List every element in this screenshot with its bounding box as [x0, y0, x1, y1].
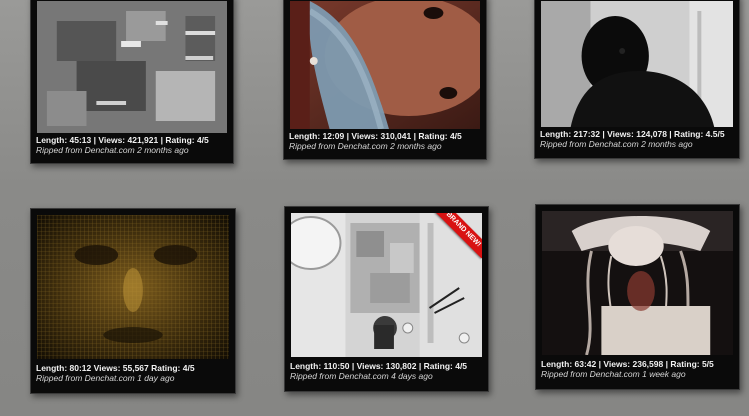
video-thumbnail[interactable]: [37, 215, 229, 359]
video-meta: Length: 80:12 Views: 55,567 Rating: 4/5 …: [36, 363, 231, 383]
video-meta: Length: 12:09 | Views: 310,041 | Rating:…: [289, 131, 482, 151]
video-meta: Length: 110:50 | Views: 130,802 | Rating…: [290, 361, 484, 381]
video-source: Ripped from Denchat.com 2 months ago: [289, 141, 442, 151]
video-card[interactable]: BRAND NEW! Length: 110:50 | Views: 130,8…: [284, 206, 489, 392]
video-stats: Length: 110:50 | Views: 130,802 | Rating…: [290, 361, 468, 371]
video-meta: Length: 63:42 | Views: 236,598 | Rating:…: [541, 359, 735, 379]
video-thumbnail[interactable]: BRAND NEW!: [291, 213, 482, 357]
video-card[interactable]: Length: 217:32 | Views: 124,078 | Rating…: [534, 0, 740, 159]
video-source: Ripped from Denchat.com 4 days ago: [290, 371, 433, 381]
video-card[interactable]: Length: 80:12 Views: 55,567 Rating: 4/5 …: [30, 208, 236, 394]
video-thumbnail[interactable]: [542, 211, 733, 355]
video-thumbnail[interactable]: [37, 1, 227, 133]
video-source: Ripped from Denchat.com 1 week ago: [541, 369, 686, 379]
video-source: Ripped from Denchat.com 2 months ago: [36, 145, 189, 155]
video-source: Ripped from Denchat.com 2 months ago: [540, 139, 693, 149]
video-stats: Length: 217:32 | Views: 124,078 | Rating…: [540, 129, 725, 139]
video-thumbnail[interactable]: [290, 1, 480, 129]
video-card[interactable]: Length: 12:09 | Views: 310,041 | Rating:…: [283, 0, 487, 160]
video-stats: Length: 12:09 | Views: 310,041 | Rating:…: [289, 131, 462, 141]
video-meta: Length: 45:13 | Views: 421,921 | Rating:…: [36, 135, 229, 155]
video-card[interactable]: Length: 63:42 | Views: 236,598 | Rating:…: [535, 204, 740, 390]
video-card[interactable]: Length: 45:13 | Views: 421,921 | Rating:…: [30, 0, 234, 164]
video-meta: Length: 217:32 | Views: 124,078 | Rating…: [540, 129, 735, 149]
video-source: Ripped from Denchat.com 1 day ago: [36, 373, 175, 383]
video-thumbnail[interactable]: [541, 1, 733, 127]
video-stats: Length: 63:42 | Views: 236,598 | Rating:…: [541, 359, 714, 369]
video-stats: Length: 80:12 Views: 55,567 Rating: 4/5: [36, 363, 195, 373]
video-stats: Length: 45:13 | Views: 421,921 | Rating:…: [36, 135, 209, 145]
